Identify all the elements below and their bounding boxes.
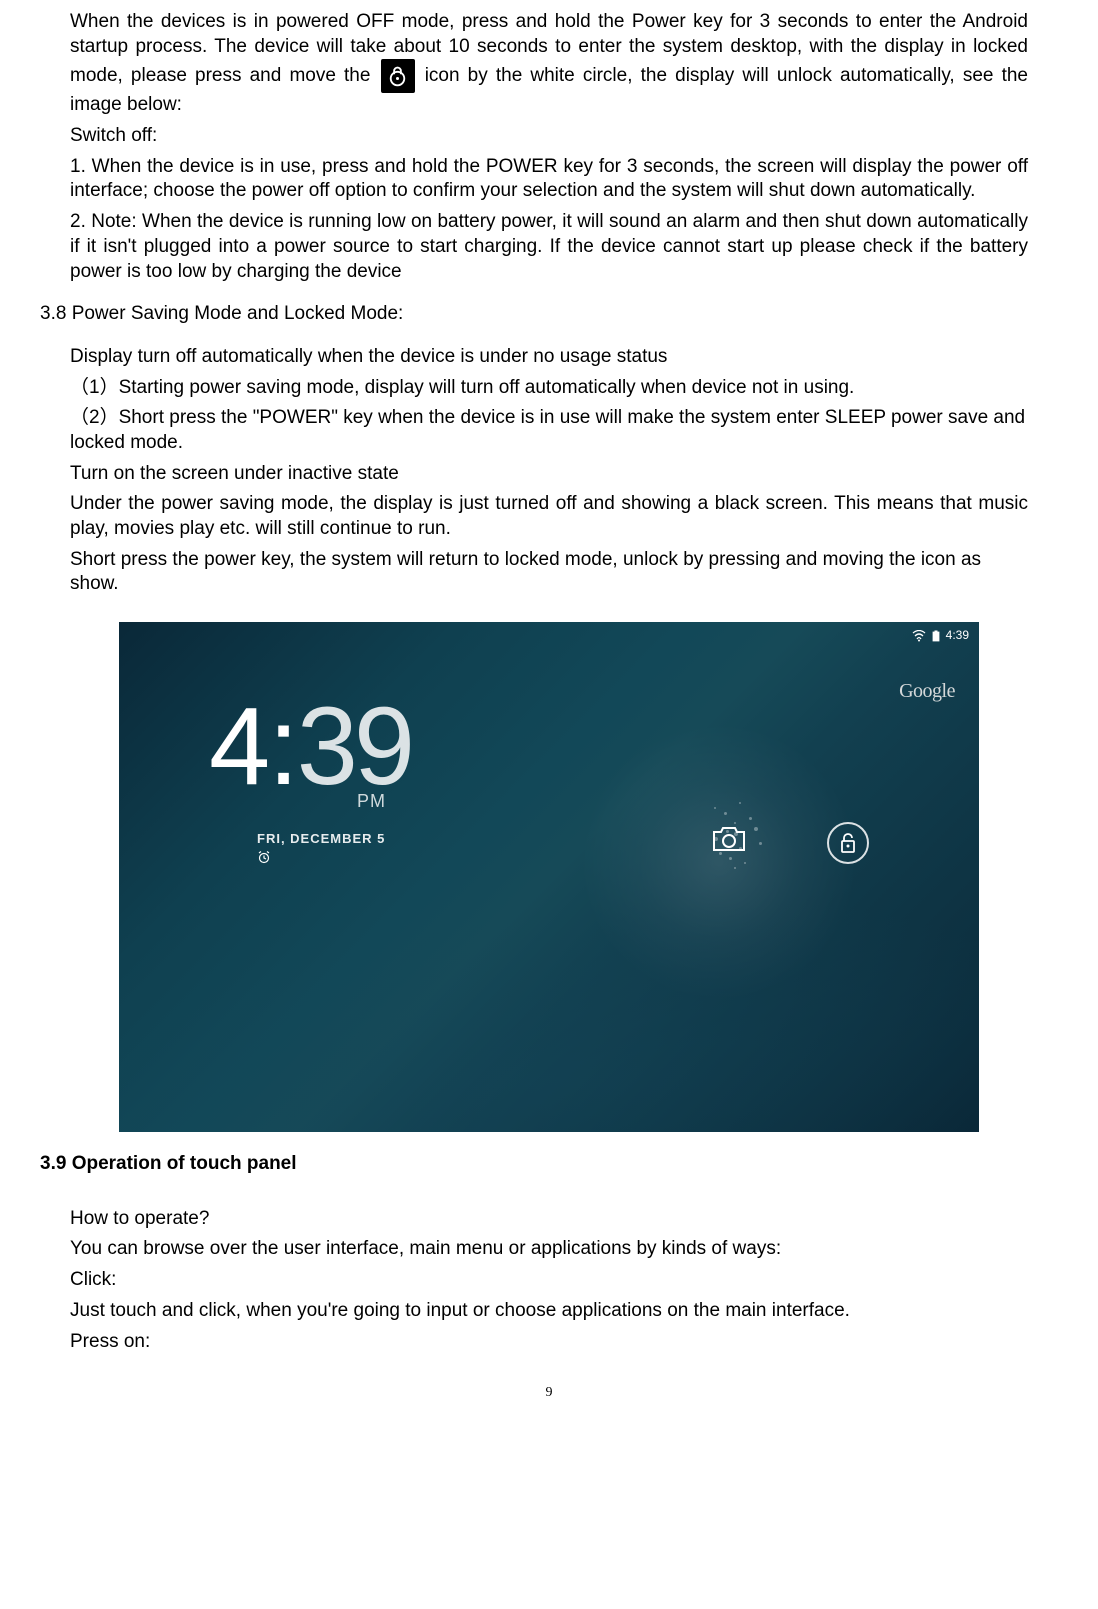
clock-date: FRI, DECEMBER 5 <box>257 831 411 848</box>
clock-ampm: PM <box>357 790 411 813</box>
clock-colon: : <box>268 692 295 802</box>
lockscreen-image-container: 4:39 Google 4 : 39 PM FRI, DECEMBER 5 <box>70 622 1028 1132</box>
unlock-icon <box>827 822 869 864</box>
clock-hour: 4 <box>209 692 266 802</box>
battery-icon <box>932 630 940 642</box>
google-widget: Google <box>899 678 955 704</box>
section-heading-3-8: 3.8 Power Saving Mode and Locked Mode: <box>40 302 1028 327</box>
clock-time: 4 : 39 <box>209 692 411 802</box>
paragraph-intro: When the devices is in powered OFF mode,… <box>70 10 1028 118</box>
paragraph-power-saving-1: （1）Starting power saving mode, display w… <box>70 376 1028 401</box>
status-time: 4:39 <box>946 628 969 644</box>
switch-off-label: Switch off: <box>70 124 1028 149</box>
paragraph-how-operate: How to operate? <box>70 1207 1028 1232</box>
paragraph-switchoff-1: 1. When the device is in use, press and … <box>70 155 1028 204</box>
paragraph-power-saving-2: （2）Short press the "POWER" key when the … <box>70 406 1028 455</box>
status-bar: 4:39 <box>912 628 969 644</box>
clock-widget: 4 : 39 PM FRI, DECEMBER 5 <box>209 692 411 864</box>
alarm-icon <box>257 850 271 864</box>
lock-icon <box>381 59 415 93</box>
paragraph-browse: You can browse over the user interface, … <box>70 1237 1028 1262</box>
lockscreen-actions <box>711 822 869 864</box>
alarm-row <box>257 850 411 864</box>
paragraph-black-screen: Under the power saving mode, the display… <box>70 492 1028 541</box>
section-heading-3-9: 3.9 Operation of touch panel <box>40 1152 1028 1177</box>
paragraph-switchoff-2: 2. Note: When the device is running low … <box>70 210 1028 284</box>
paragraph-click-desc: Just touch and click, when you're going … <box>70 1299 1028 1324</box>
camera-icon <box>711 824 747 862</box>
paragraph-click-label: Click: <box>70 1268 1028 1293</box>
paragraph-display-off: Display turn off automatically when the … <box>70 345 1028 370</box>
paragraph-press-label: Press on: <box>70 1330 1028 1355</box>
page-number: 9 <box>70 1384 1028 1402</box>
clock-minute: 39 <box>297 692 411 802</box>
paragraph-turn-on: Turn on the screen under inactive state <box>70 462 1028 487</box>
paragraph-short-press: Short press the power key, the system wi… <box>70 548 1028 597</box>
lockscreen-image: 4:39 Google 4 : 39 PM FRI, DECEMBER 5 <box>119 622 979 1132</box>
wifi-icon <box>912 630 926 642</box>
